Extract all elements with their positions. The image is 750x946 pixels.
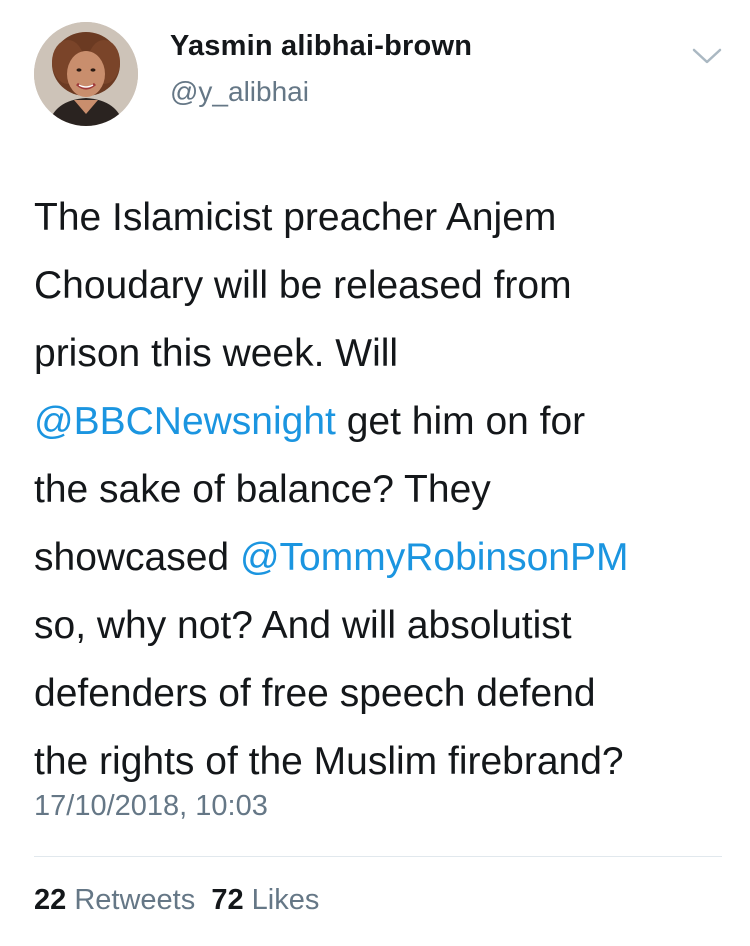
tweet-text-line: so, why not? And will absolutist <box>34 592 724 660</box>
likes-count: 72 <box>211 884 244 916</box>
author-display-name[interactable]: Yasmin alibhai-brown <box>170 30 472 63</box>
tweet-text-segment: so, why not? And will absolutist <box>34 604 572 647</box>
retweets-label: Retweets <box>74 884 196 916</box>
tweet-timestamp[interactable]: 17/10/2018, 10:03 <box>34 790 268 823</box>
tweet-text-segment: showcased <box>34 536 240 579</box>
tweet-text-segment: Choudary will be released from <box>34 264 572 307</box>
profile-photo-icon <box>34 22 138 126</box>
tweet-text: The Islamicist preacher Anjem Choudary wi… <box>34 184 724 796</box>
tweet-text-line: showcased @TommyRobinsonPM <box>34 524 724 592</box>
mention-link[interactable]: @BBCNewsnight <box>34 400 336 443</box>
tweet-text-segment: prison this week. Will <box>34 332 399 375</box>
tweet-text-line: The Islamicist preacher Anjem <box>34 184 724 252</box>
divider <box>34 856 722 857</box>
tweet-menu-button[interactable] <box>690 44 724 68</box>
tweet-text-line: defenders of free speech defend <box>34 660 724 728</box>
author-handle[interactable]: @y_alibhai <box>170 76 309 108</box>
tweet-text-segment: the rights of the Muslim firebrand? <box>34 740 624 783</box>
tweet-text-line: prison this week. Will <box>34 320 724 388</box>
retweets-stat[interactable]: 22 Retweets <box>34 884 195 916</box>
tweet-text-line: the sake of balance? They <box>34 456 724 524</box>
tweet-card: Yasmin alibhai-brown @y_alibhai The Isla… <box>0 0 750 946</box>
tweet-text-line: the rights of the Muslim firebrand? <box>34 728 724 796</box>
tweet-text-segment: the sake of balance? They <box>34 468 491 511</box>
chevron-down-icon <box>692 48 722 64</box>
tweet-text-line: Choudary will be released from <box>34 252 724 320</box>
tweet-text-segment: defenders of free speech defend <box>34 672 596 715</box>
mention-link[interactable]: @TommyRobinsonPM <box>240 536 629 579</box>
tweet-text-line: @BBCNewsnight get him on for <box>34 388 724 456</box>
tweet-stats: 22 Retweets 72 Likes <box>34 884 319 917</box>
author-avatar[interactable] <box>34 22 138 126</box>
retweets-count: 22 <box>34 884 67 916</box>
tweet-text-segment: The Islamicist preacher Anjem <box>34 196 557 239</box>
tweet-text-segment: get him on for <box>335 400 586 443</box>
likes-label: Likes <box>251 884 320 916</box>
likes-stat[interactable]: 72 Likes <box>211 884 319 916</box>
